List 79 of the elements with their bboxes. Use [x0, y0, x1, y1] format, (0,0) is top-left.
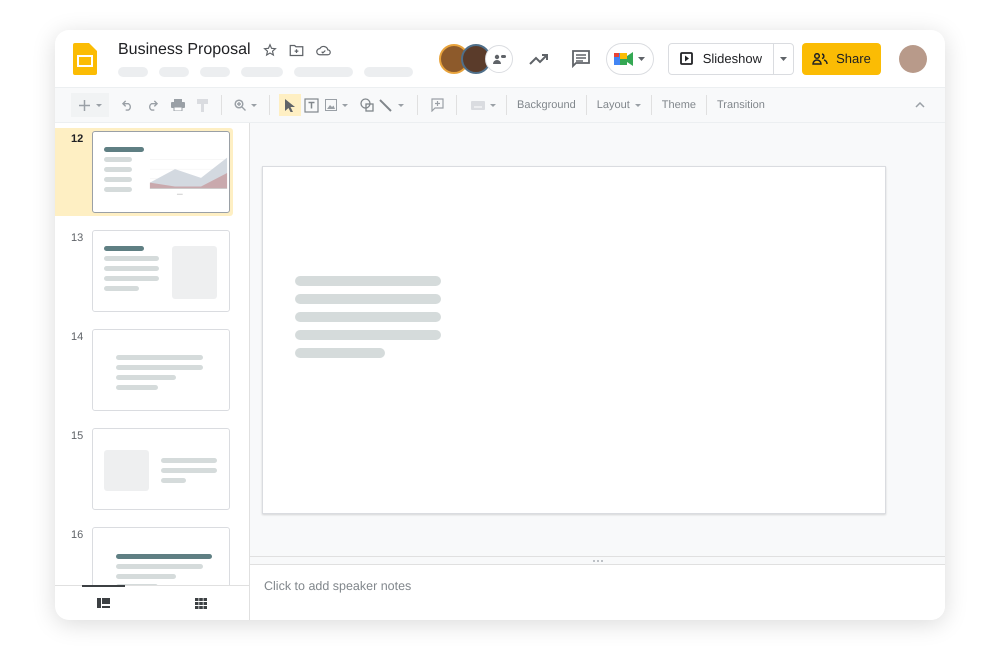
slide-number: 12	[71, 132, 84, 147]
trending-up-icon[interactable]	[528, 52, 549, 64]
caret-icon	[780, 56, 787, 60]
caret-icon	[342, 104, 348, 106]
share-button[interactable]: Share	[802, 42, 881, 74]
text-placeholder-bar	[104, 256, 159, 261]
comment-icon[interactable]	[572, 50, 590, 68]
toolbar-menu-button[interactable]: Theme	[662, 96, 696, 114]
slide-thumbnail-row[interactable]: 13	[55, 227, 233, 315]
caret-icon	[96, 104, 102, 106]
text-placeholder-bar	[104, 286, 139, 291]
slide-thumbnail-row[interactable]: 15	[55, 425, 233, 513]
toolbar-menu-button[interactable]: Background	[517, 96, 576, 114]
slide-number: 16	[71, 528, 84, 543]
print-icon[interactable]	[171, 99, 185, 111]
new-slide-button[interactable]	[71, 93, 109, 117]
move-to-folder-icon[interactable]	[288, 44, 304, 56]
slide-number: 14	[71, 330, 84, 345]
text-placeholder-bar	[116, 574, 176, 579]
add-comment-icon[interactable]	[431, 98, 444, 112]
grid-view-icon	[194, 598, 206, 608]
user-avatar[interactable]	[899, 44, 927, 72]
meet-button[interactable]	[606, 42, 654, 74]
collapse-icon[interactable]	[915, 102, 925, 108]
text-placeholder-bar	[104, 157, 132, 162]
keyboard-icon	[471, 100, 485, 110]
star-icon[interactable]	[262, 43, 277, 57]
text-placeholder-bar	[161, 478, 186, 483]
caret-icon	[634, 104, 641, 106]
plus-icon	[78, 100, 90, 110]
zoom-button[interactable]	[234, 99, 257, 111]
caret-icon	[490, 104, 496, 106]
slides-logo-icon[interactable]	[73, 42, 97, 74]
input-tools-button[interactable]	[471, 100, 496, 110]
text-placeholder-bar	[104, 266, 159, 271]
filmstrip-view-icon	[97, 598, 110, 608]
caret-icon	[398, 104, 404, 106]
speaker-notes-placeholder[interactable]: Click to add speaker notes	[264, 579, 412, 593]
text-placeholder-bar	[104, 167, 132, 172]
slide-canvas[interactable]	[262, 166, 886, 514]
person-icon	[492, 54, 506, 64]
text-placeholder-bar	[104, 276, 159, 281]
people-icon	[812, 52, 828, 64]
image-button[interactable]	[325, 99, 348, 111]
document-title[interactable]: Business Proposal	[118, 40, 251, 60]
text-placeholder-bar	[161, 468, 217, 473]
toolbar-menu-button[interactable]: Layout	[596, 96, 641, 114]
selected-indicator	[82, 585, 125, 587]
slide-thumbnail-row[interactable]: 16	[55, 524, 233, 585]
text-placeholder-bar	[104, 187, 132, 192]
caret-icon	[638, 56, 646, 60]
text-placeholder-bar	[116, 375, 176, 380]
notes-resize-handle[interactable]	[250, 556, 945, 565]
shape-icon[interactable]	[360, 98, 374, 112]
text-placeholder-bar	[161, 458, 217, 463]
slide-number: 15	[71, 429, 84, 444]
text-placeholder-bar	[116, 385, 158, 390]
line-button[interactable]	[379, 98, 404, 112]
video-call-icon	[614, 50, 634, 66]
text-placeholder-bar	[104, 147, 144, 152]
slide-thumbnail-row[interactable]: 14	[55, 326, 233, 414]
text-placeholder-bar	[104, 177, 132, 182]
slide-thumbnail[interactable]	[92, 131, 230, 213]
slide-number: 13	[71, 231, 84, 246]
play-icon	[680, 52, 693, 65]
toolbar-menu-button[interactable]: Transition	[717, 96, 765, 114]
zoom-icon	[234, 99, 246, 111]
text-placeholder-bar	[104, 246, 144, 251]
cloud-check-icon[interactable]	[316, 44, 331, 56]
pointer-icon	[285, 98, 295, 112]
viewers-button[interactable]	[484, 44, 513, 72]
redo-icon[interactable]	[147, 100, 158, 110]
slide-thumbnail-row[interactable]: 12	[55, 128, 233, 216]
text-box-icon[interactable]	[304, 98, 319, 112]
undo-icon[interactable]	[122, 100, 133, 110]
select-tool-button[interactable]	[279, 94, 301, 116]
image-icon	[325, 99, 337, 111]
line-icon	[379, 98, 392, 112]
caret-icon	[251, 104, 257, 106]
